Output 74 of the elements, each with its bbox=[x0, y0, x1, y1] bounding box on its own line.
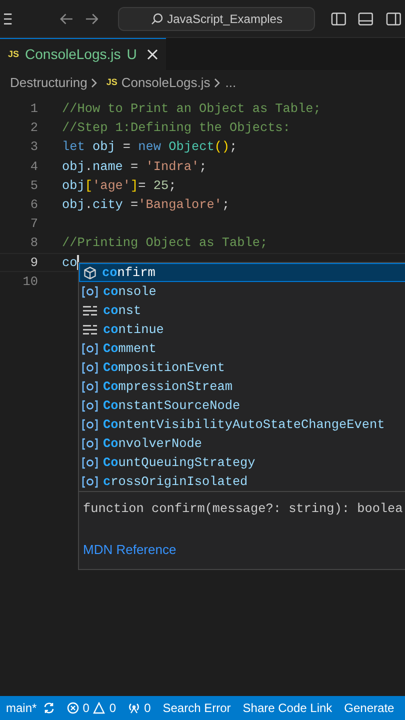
warning-count[interactable]: 0 bbox=[109, 699, 116, 717]
code-line: //How to Print an Object as Table; bbox=[62, 100, 321, 118]
secondary-sidebar-icon[interactable] bbox=[386, 12, 402, 26]
js-file-label: JS bbox=[106, 76, 118, 90]
breadcrumb-item[interactable]: ... bbox=[225, 73, 236, 93]
line-number: 6 bbox=[29, 196, 38, 214]
search-field[interactable]: JavaScript_Examples bbox=[118, 6, 316, 30]
cube-icon bbox=[83, 266, 97, 280]
search-value: JavaScript_Examples bbox=[167, 10, 282, 28]
error-count[interactable]: 0 bbox=[82, 699, 90, 717]
sync-icon[interactable] bbox=[42, 702, 55, 714]
keyword-icon bbox=[82, 304, 98, 316]
line-number: 7 bbox=[29, 215, 38, 234]
chevron-right-icon bbox=[91, 78, 98, 88]
variable-icon bbox=[82, 400, 98, 412]
sidebar-layout-icon[interactable] bbox=[331, 12, 346, 26]
untracked-status: U bbox=[126, 45, 137, 64]
line-number: 1 bbox=[29, 100, 38, 118]
code-line: let obj = new Object(); bbox=[62, 138, 238, 156]
suggestion-item[interactable]: console bbox=[79, 282, 405, 301]
code-line: //Step 1:Defining the Objects: bbox=[62, 119, 290, 138]
close-icon[interactable] bbox=[146, 49, 158, 60]
mdn-reference-link[interactable]: MDN Reference bbox=[83, 540, 405, 560]
variable-icon bbox=[82, 476, 98, 488]
suggestion-item[interactable]: ConvolverNode bbox=[79, 434, 405, 453]
line-number: 10 bbox=[22, 272, 38, 291]
suggestion-item[interactable]: Comment bbox=[79, 339, 405, 358]
suggestion-item[interactable]: CountQueuingStrategy bbox=[79, 453, 405, 472]
signature-text: function confirm(message?: string): boolea bbox=[83, 500, 404, 518]
code-line: obj.city ='Bangalore'; bbox=[62, 196, 230, 214]
tab-label: ConsoleLogs.js bbox=[25, 45, 121, 64]
variable-icon bbox=[82, 362, 98, 374]
suggestion-item[interactable]: ContentVisibilityAutoStateChangeEvent bbox=[79, 415, 405, 434]
suggestion-item[interactable]: CompressionStream bbox=[79, 377, 405, 396]
code-line: //Printing Object as Table; bbox=[62, 234, 268, 252]
warning-icon bbox=[93, 702, 106, 714]
suggestion-item[interactable]: crossOriginIsolated bbox=[79, 472, 405, 491]
code-line: obj['age']= 25; bbox=[62, 176, 176, 195]
suggestion-item[interactable]: CompositionEvent bbox=[79, 358, 405, 377]
line-number: 2 bbox=[29, 119, 38, 138]
line-number: 3 bbox=[29, 138, 38, 156]
branch-label[interactable]: main* bbox=[6, 699, 37, 717]
status-item[interactable]: Generate bbox=[344, 699, 394, 717]
line-number: 4 bbox=[29, 158, 38, 176]
ports-count[interactable]: 0 bbox=[144, 699, 151, 717]
suggestion-item[interactable]: continue bbox=[79, 320, 405, 339]
breadcrumb-item[interactable]: ConsoleLogs.js bbox=[121, 73, 210, 93]
status-item[interactable]: Search Error bbox=[162, 699, 231, 717]
js-file-label: JS bbox=[8, 48, 20, 61]
variable-icon bbox=[82, 438, 98, 450]
line-number: 9 bbox=[29, 254, 38, 272]
breadcrumb-item[interactable]: Destructuring bbox=[10, 73, 88, 93]
status-item[interactable]: Share Code Link bbox=[242, 699, 332, 717]
variable-icon bbox=[82, 342, 98, 354]
suggestion-item[interactable]: confirm bbox=[79, 263, 405, 282]
line-number: 5 bbox=[29, 176, 38, 195]
editor-tab[interactable]: JS ConsoleLogs.js U bbox=[0, 38, 166, 70]
variable-icon bbox=[82, 418, 98, 430]
variable-icon bbox=[82, 286, 98, 298]
forward-arrow-icon[interactable] bbox=[85, 12, 98, 24]
keyword-icon bbox=[82, 324, 98, 336]
panel-layout-icon[interactable] bbox=[358, 12, 374, 26]
menu-icon[interactable] bbox=[4, 12, 12, 26]
code-line: obj.name = 'Indra'; bbox=[62, 158, 207, 176]
suggestion-item[interactable]: ConstantSourceNode bbox=[79, 396, 405, 415]
chevron-right-icon bbox=[214, 78, 222, 88]
search-icon bbox=[151, 12, 164, 24]
variable-icon bbox=[82, 380, 98, 392]
variable-icon bbox=[82, 456, 98, 468]
suggestion-item[interactable]: const bbox=[79, 301, 405, 320]
line-number: 8 bbox=[29, 234, 38, 252]
error-icon bbox=[66, 702, 79, 714]
antenna-icon bbox=[128, 702, 140, 714]
back-arrow-icon[interactable] bbox=[60, 12, 74, 24]
